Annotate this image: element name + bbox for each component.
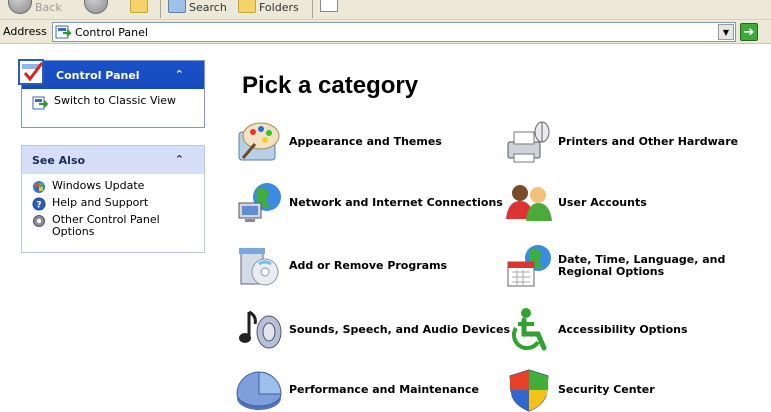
date-time-icon (507, 245, 551, 287)
windows-update-link[interactable]: Windows Update (32, 180, 194, 194)
address-bar: Address Control Panel ▼ ➔ (0, 20, 771, 44)
category-add-remove-programs[interactable]: Add or Remove Programs (235, 242, 447, 290)
control-panel-pane-header[interactable]: Control Panel ⌃ (18, 59, 204, 89)
page-title: Pick a category (242, 72, 419, 99)
collapse-chevron-icon[interactable]: ⌃ (175, 153, 184, 166)
search-icon (168, 0, 186, 13)
up-folder-button[interactable] (130, 0, 148, 14)
forward-arrow-icon (84, 0, 108, 14)
category-performance-maintenance[interactable]: Performance and Maintenance (235, 368, 479, 412)
help-icon: ? (32, 197, 46, 211)
search-button[interactable]: Search (168, 0, 227, 14)
forward-button[interactable] (84, 0, 108, 14)
category-user-accounts[interactable]: User Accounts (504, 179, 647, 227)
category-security-center[interactable]: Security Center (504, 368, 655, 412)
address-value: Control Panel (75, 25, 148, 39)
folders-icon (238, 0, 256, 13)
category-appearance-themes[interactable]: Appearance and Themes (235, 118, 442, 166)
user-accounts-icon (506, 185, 552, 221)
address-label: Address (3, 25, 47, 38)
printer-icon (507, 121, 550, 163)
control-panel-pane-body: Switch to Classic View (22, 89, 204, 120)
go-button[interactable]: ➔ (740, 23, 758, 41)
category-network-internet[interactable]: Network and Internet Connections (235, 179, 503, 227)
see-also-body: Windows Update ? Help and Support Other … (22, 174, 204, 247)
see-also-pane: See Also ⌃ Windows Update ? Help and Sup… (21, 145, 205, 253)
collapse-chevron-icon[interactable]: ⌃ (175, 68, 184, 81)
go-arrow-icon: ➔ (743, 24, 755, 40)
category-accessibility[interactable]: Accessibility Options (504, 306, 688, 354)
category-date-time-language[interactable]: Date, Time, Language, and Regional Optio… (504, 242, 768, 290)
folder-up-icon (130, 0, 148, 13)
see-also-pane-header[interactable]: See Also ⌃ (22, 146, 204, 174)
see-also-title: See Also (32, 153, 86, 167)
gear-icon (33, 215, 45, 227)
views-button[interactable] (320, 0, 338, 12)
control-panel-pane-title: Control Panel (56, 68, 140, 82)
back-button[interactable]: Back (8, 0, 62, 14)
windows-update-icon (33, 181, 45, 193)
sound-icon (239, 310, 282, 349)
add-remove-programs-icon (239, 248, 279, 286)
control-panel-small-icon (32, 96, 48, 110)
folders-button[interactable]: Folders (238, 0, 299, 14)
svg-text:?: ? (36, 201, 41, 211)
toolbar-separator (160, 0, 161, 18)
category-printers-hardware[interactable]: Printers and Other Hardware (504, 118, 738, 166)
chevron-down-icon: ▼ (722, 27, 730, 37)
control-panel-big-icon (18, 59, 44, 85)
security-shield-icon (509, 369, 549, 412)
performance-icon (236, 371, 282, 410)
address-dropdown-button[interactable]: ▼ (718, 24, 734, 40)
back-arrow-icon (8, 0, 32, 14)
other-options-link[interactable]: Other Control Panel Options (32, 214, 194, 238)
control-panel-icon (55, 25, 71, 39)
control-panel-pane: Control Panel ⌃ Switch to Classic View (18, 59, 205, 128)
toolbar: Back Search Folders (0, 0, 771, 20)
address-input[interactable]: Control Panel ▼ (52, 22, 736, 42)
help-support-link[interactable]: ? Help and Support (32, 197, 194, 211)
appearance-themes-icon (238, 122, 280, 161)
accessibility-icon (512, 308, 547, 351)
switch-classic-view-link[interactable]: Switch to Classic View (32, 95, 194, 111)
network-icon (238, 183, 281, 222)
toolbar-separator (312, 0, 313, 18)
category-sounds-speech-audio[interactable]: Sounds, Speech, and Audio Devices (235, 306, 510, 354)
